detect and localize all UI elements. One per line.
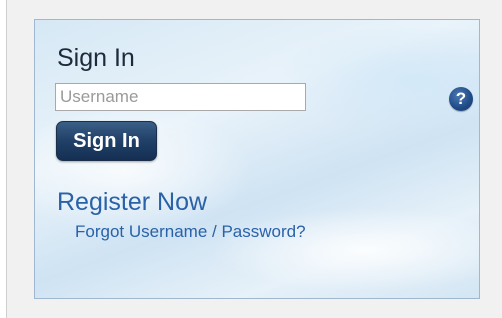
page-frame: Sign In ? Sign In Register Now Forgot Us… bbox=[6, 0, 502, 318]
username-input[interactable] bbox=[55, 83, 306, 111]
forgot-credentials-link[interactable]: Forgot Username / Password? bbox=[75, 222, 306, 242]
help-icon[interactable]: ? bbox=[449, 87, 473, 111]
sign-in-button[interactable]: Sign In bbox=[56, 121, 157, 161]
panel-title: Sign In bbox=[57, 44, 135, 72]
register-now-link[interactable]: Register Now bbox=[57, 188, 207, 217]
sign-in-panel: Sign In ? Sign In Register Now Forgot Us… bbox=[34, 19, 480, 299]
